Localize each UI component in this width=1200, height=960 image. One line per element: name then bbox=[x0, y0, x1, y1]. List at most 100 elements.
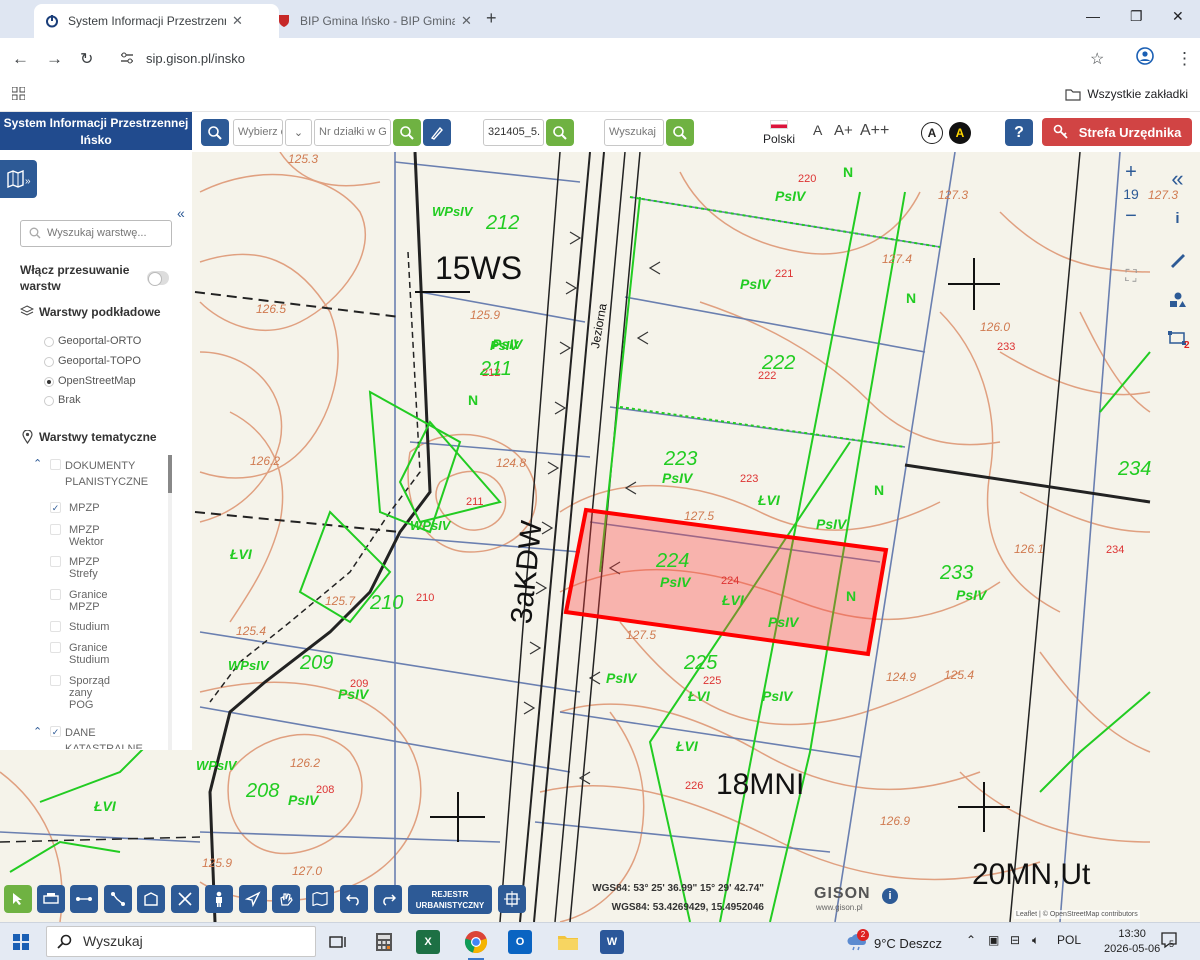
collapse-panel-icon[interactable]: « bbox=[177, 205, 185, 221]
measure-path-button[interactable] bbox=[104, 885, 132, 913]
clear-button[interactable] bbox=[171, 885, 199, 913]
parcel-id-search-button[interactable] bbox=[546, 119, 574, 146]
task-view-icon[interactable] bbox=[324, 928, 352, 956]
street-view-button[interactable] bbox=[205, 885, 233, 913]
parcel-id-field[interactable]: 321405_5. bbox=[483, 119, 544, 146]
excel-icon[interactable]: X bbox=[416, 930, 440, 954]
locate-button[interactable] bbox=[201, 119, 229, 146]
new-tab-icon[interactable]: + bbox=[486, 8, 497, 29]
shapes-icon[interactable] bbox=[1155, 292, 1200, 311]
profile-icon[interactable] bbox=[1136, 47, 1154, 70]
tray-device-icon[interactable]: ▣ bbox=[988, 933, 999, 947]
help-button[interactable]: ? bbox=[1005, 119, 1033, 146]
layer-checkbox[interactable] bbox=[50, 524, 61, 535]
reload-icon[interactable]: ↻ bbox=[80, 49, 93, 69]
chrome-icon[interactable] bbox=[462, 928, 490, 960]
layer-checkbox[interactable]: ✓ bbox=[50, 502, 61, 513]
weather-widget[interactable]: 2 9°C Deszcz bbox=[846, 929, 942, 954]
undo-button[interactable] bbox=[340, 885, 368, 913]
menu-icon[interactable]: ⋮ bbox=[1176, 49, 1193, 69]
apps-grid-icon[interactable] bbox=[11, 86, 26, 103]
back-icon[interactable]: ← bbox=[12, 49, 29, 69]
redo-button[interactable] bbox=[374, 885, 402, 913]
navigate-button[interactable] bbox=[239, 885, 267, 913]
chevron-up-icon[interactable]: ⌃ bbox=[33, 457, 42, 470]
tray-chevron-up-icon[interactable]: ⌃ bbox=[966, 933, 976, 947]
restore-icon[interactable]: ❐ bbox=[1130, 8, 1143, 25]
layer-checkbox[interactable] bbox=[50, 556, 61, 567]
radio-none[interactable] bbox=[44, 396, 54, 406]
radio-orto[interactable] bbox=[44, 337, 54, 347]
layer-checkbox[interactable] bbox=[50, 589, 61, 600]
info-icon[interactable]: i bbox=[1155, 210, 1200, 227]
tab-bip[interactable]: BIP Gmina Ińsko - BIP Gmina Iń ✕ bbox=[266, 4, 486, 38]
windows-start-icon[interactable] bbox=[13, 934, 29, 950]
layer-checkbox[interactable] bbox=[50, 642, 61, 653]
app-title[interactable]: System Informacji Przestrzennej Ińsko bbox=[0, 112, 192, 150]
layer-checkbox[interactable] bbox=[50, 675, 61, 686]
gison-logo[interactable]: GISON bbox=[814, 885, 871, 903]
star-icon[interactable]: ☆ bbox=[1090, 49, 1104, 69]
font-size-xlarge[interactable]: A++ bbox=[860, 122, 889, 140]
chevron-up-icon[interactable]: ⌃ bbox=[33, 725, 42, 738]
extent-button[interactable] bbox=[498, 885, 526, 913]
fullscreen-icon[interactable]: ⛶ bbox=[1118, 268, 1144, 286]
about-info-icon[interactable]: i bbox=[882, 888, 898, 904]
all-bookmarks[interactable]: Wszystkie zakładki bbox=[1065, 87, 1188, 101]
map-attribution[interactable]: Leaflet | © OpenStreetMap contributors bbox=[1014, 910, 1140, 919]
contrast-high[interactable]: A bbox=[949, 122, 971, 144]
forward-icon[interactable]: → bbox=[46, 49, 63, 69]
radio-topo[interactable] bbox=[44, 357, 54, 367]
panel-scrollbar[interactable] bbox=[168, 455, 172, 750]
collapse-right-icon[interactable]: « bbox=[1155, 166, 1200, 192]
language-switch[interactable]: Polski bbox=[763, 120, 795, 146]
group-checkbox[interactable] bbox=[50, 459, 61, 470]
gison-url[interactable]: www.gison.pl bbox=[816, 903, 863, 912]
close-icon[interactable]: ✕ bbox=[461, 13, 472, 29]
map-compare-button[interactable] bbox=[306, 885, 334, 913]
address-search-button[interactable] bbox=[666, 119, 694, 146]
zoom-out-button[interactable]: − bbox=[1118, 202, 1144, 230]
zoom-in-button[interactable]: + bbox=[1118, 160, 1144, 184]
layer-search-input[interactable]: Wyszukaj warstwę... bbox=[20, 220, 172, 247]
word-icon[interactable]: W bbox=[600, 930, 624, 954]
close-window-icon[interactable]: ✕ bbox=[1172, 8, 1184, 25]
ruler-icon[interactable] bbox=[1155, 252, 1200, 273]
notifications-icon[interactable]: 5 bbox=[1160, 931, 1178, 952]
commune-select[interactable]: Wybierz c bbox=[233, 119, 283, 146]
tab-sip[interactable]: System Informacji Przestrzenne ✕ bbox=[34, 4, 279, 38]
address-search-input[interactable]: Wyszukaj bbox=[604, 119, 664, 146]
outlook-icon[interactable]: O bbox=[508, 930, 532, 954]
minimize-icon[interactable]: — bbox=[1086, 8, 1100, 24]
layer-move-switch[interactable] bbox=[147, 271, 169, 286]
radio-osm[interactable] bbox=[44, 377, 54, 387]
network-icon[interactable]: ⊟ bbox=[1010, 933, 1020, 947]
group-checkbox[interactable]: ✓ bbox=[50, 726, 61, 737]
select-tool-button[interactable] bbox=[4, 885, 32, 913]
parcel-number-input[interactable]: Nr działki w G bbox=[314, 119, 391, 146]
chevron-down-icon[interactable]: ⌄ bbox=[285, 119, 312, 146]
font-size-normal[interactable]: A bbox=[813, 122, 822, 138]
layer-checkbox[interactable] bbox=[50, 621, 61, 632]
contrast-normal[interactable]: A bbox=[921, 122, 943, 144]
panel-scroll-thumb[interactable] bbox=[168, 455, 172, 493]
taskbar-search[interactable]: Wyszukaj bbox=[46, 926, 316, 957]
volume-icon[interactable]: 🔈︎ bbox=[1032, 933, 1039, 948]
pan-button[interactable] bbox=[272, 885, 300, 913]
register-button[interactable]: REJESTR URBANISTYCZNY bbox=[408, 885, 492, 914]
calculator-icon[interactable] bbox=[370, 928, 398, 956]
print-button[interactable] bbox=[37, 885, 65, 913]
measure-distance-button[interactable] bbox=[70, 885, 98, 913]
site-settings-icon[interactable] bbox=[120, 51, 134, 68]
close-icon[interactable]: ✕ bbox=[232, 13, 243, 29]
url-field[interactable]: sip.gison.pl/insko bbox=[146, 51, 245, 66]
clock[interactable]: 13:30 2026-05-06 bbox=[1104, 927, 1160, 957]
officer-zone-button[interactable]: Strefa Urzędnika bbox=[1042, 118, 1192, 146]
layers-panel-toggle[interactable]: » bbox=[0, 160, 37, 198]
measure-area-button[interactable] bbox=[137, 885, 165, 913]
measure-button[interactable] bbox=[423, 119, 451, 146]
parcel-search-button[interactable] bbox=[393, 119, 421, 146]
font-size-large[interactable]: A+ bbox=[834, 122, 853, 139]
file-explorer-icon[interactable] bbox=[554, 928, 582, 956]
layers-count-icon[interactable]: 2 bbox=[1155, 330, 1200, 351]
